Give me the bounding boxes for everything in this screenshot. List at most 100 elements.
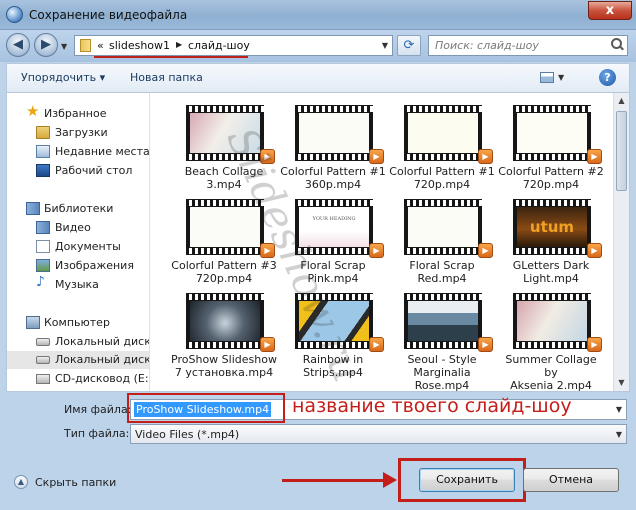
sidebar-item-pictures[interactable]: Изображения	[7, 257, 149, 275]
sidebar-item-label: Музыка	[55, 278, 99, 291]
refresh-button[interactable]: ⟳	[397, 35, 421, 56]
back-arrow-icon: ◀	[13, 37, 23, 52]
thumbnail-heading: YOUR HEADING	[312, 216, 356, 222]
sidebar-item-cd-drive[interactable]: CD-дисковод (E:)	[7, 370, 149, 388]
cd-drive-icon	[36, 374, 50, 384]
drive-icon	[36, 338, 50, 346]
file-item[interactable]: ▶ Floral Scrap Red.mp4	[389, 195, 495, 289]
file-item[interactable]: ▶ Colorful Pattern #1 720p.mp4	[389, 101, 495, 195]
scroll-down-icon[interactable]: ▼	[614, 375, 629, 391]
sidebar-item-label: Компьютер	[44, 316, 110, 329]
file-item[interactable]: utum ▶ GLetters Dark Light.mp4	[498, 195, 604, 289]
back-button[interactable]: ◀	[6, 33, 30, 57]
file-item[interactable]: ▶ Colorful Pattern #1 360p.mp4	[280, 101, 386, 195]
star-icon: ★	[26, 102, 40, 120]
sidebar-item-video[interactable]: Видео	[7, 219, 149, 237]
sidebar-item-libraries[interactable]: Библиотеки	[7, 200, 149, 218]
sidebar-item-label: Загрузки	[55, 126, 108, 139]
file-item[interactable]: ▶ Seoul - Style Marginalia Rose.mp4	[389, 289, 495, 391]
video-thumbnail: utum	[513, 199, 591, 255]
file-item[interactable]: ▶ ProShow Slideshow 7 установка.mp4	[171, 289, 277, 383]
sidebar-item-favorites[interactable]: ★ Избранное	[7, 102, 149, 123]
filename-dropdown-icon[interactable]: ▼	[616, 405, 622, 414]
sidebar-item-recent-places[interactable]: Недавние места	[7, 143, 149, 161]
view-dropdown-icon[interactable]: ▼	[558, 73, 564, 82]
view-options-icon[interactable]	[540, 72, 554, 83]
annotation-text: название твоего слайд-шоу	[292, 395, 572, 417]
organize-button[interactable]: Упорядочить ▾	[21, 71, 105, 84]
play-icon: ▶	[260, 337, 275, 352]
video-thumbnail	[404, 199, 482, 255]
video-thumbnail	[404, 105, 482, 161]
breadcrumb-item-slideshow1[interactable]: slideshow1	[109, 39, 170, 52]
annotation-box-filename	[127, 393, 285, 423]
documents-icon	[36, 240, 50, 253]
pane-splitter[interactable]	[149, 93, 150, 391]
new-folder-button[interactable]: Новая папка	[130, 71, 203, 84]
file-name: Colorful Pattern #2 720p.mp4	[498, 165, 604, 191]
annotation-arrow	[282, 479, 385, 482]
play-icon: ▶	[369, 149, 384, 164]
file-name: GLetters Dark Light.mp4	[512, 259, 590, 285]
vertical-scrollbar[interactable]: ▲ ▼	[613, 93, 629, 391]
sidebar-item-music[interactable]: ♪ Музыка	[7, 274, 149, 294]
computer-icon	[26, 316, 40, 329]
address-bar[interactable]: « slideshow1 ▶ слайд-шоу ▼	[74, 35, 393, 56]
sidebar-item-label: Видео	[55, 221, 91, 234]
play-icon: ▶	[369, 337, 384, 352]
search-icon[interactable]	[611, 38, 623, 50]
scroll-up-icon[interactable]: ▲	[614, 93, 629, 109]
drive-icon	[36, 356, 50, 364]
filetype-select[interactable]: Video Files (*.mp4) ▼	[130, 424, 627, 444]
address-dropdown-icon[interactable]: ▼	[382, 41, 388, 50]
file-item[interactable]: ▶ Summer Collage by Aksenia 2.mp4	[498, 289, 604, 391]
play-icon: ▶	[478, 243, 493, 258]
sidebar-item-local-disk-d[interactable]: Локальный диск (	[7, 351, 149, 369]
help-icon[interactable]: ?	[599, 69, 616, 86]
forward-arrow-icon: ▶	[41, 37, 51, 52]
play-icon: ▶	[587, 243, 602, 258]
sidebar-item-downloads[interactable]: Загрузки	[7, 124, 149, 142]
sidebar-item-label: Рабочий стол	[55, 164, 133, 177]
sidebar-item-label: Документы	[55, 240, 121, 253]
collapse-icon: ▲	[14, 475, 28, 489]
play-icon: ▶	[587, 149, 602, 164]
breadcrumb-item-slideshow[interactable]: слайд-шоу	[188, 39, 250, 52]
sidebar-item-local-disk-c[interactable]: Локальный диск (	[7, 333, 149, 351]
sidebar-item-desktop[interactable]: Рабочий стол	[7, 162, 149, 180]
sidebar-item-label: Недавние места	[55, 145, 149, 158]
sidebar-item-documents[interactable]: Документы	[7, 238, 149, 256]
close-button[interactable]: x	[588, 1, 632, 20]
file-name: ProShow Slideshow 7 установка.mp4	[171, 353, 277, 379]
filename-label: Имя файла:	[64, 403, 132, 416]
folder-icon	[80, 39, 91, 52]
annotation-arrow-head	[383, 472, 397, 488]
music-icon: ♪	[36, 274, 45, 290]
app-icon	[6, 6, 23, 23]
refresh-icon: ⟳	[403, 38, 415, 53]
file-item[interactable]: ▶ Colorful Pattern #2 720p.mp4	[498, 101, 604, 195]
file-name: Colorful Pattern #3 720p.mp4	[171, 259, 277, 285]
sidebar-item-label: Локальный диск (	[55, 335, 149, 348]
save-button[interactable]: Сохранить	[419, 468, 515, 492]
breadcrumb-overflow[interactable]: «	[97, 39, 104, 52]
cancel-button[interactable]: Отмена	[523, 468, 619, 492]
sidebar-item-label: CD-дисковод (E:)	[55, 372, 149, 385]
forward-button[interactable]: ▶	[34, 33, 58, 57]
scrollbar-thumb[interactable]	[616, 111, 627, 191]
video-thumbnail	[513, 293, 591, 349]
recent-places-icon	[36, 145, 50, 158]
sidebar-item-label: Изображения	[55, 259, 134, 272]
downloads-folder-icon	[36, 126, 50, 139]
toolbar: Упорядочить ▾ Новая папка ▼ ?	[6, 63, 630, 92]
file-name: Seoul - Style Marginalia Rose.mp4	[407, 353, 477, 391]
libraries-icon	[26, 202, 40, 215]
history-dropdown-icon[interactable]: ▼	[61, 42, 67, 51]
sidebar-item-computer[interactable]: Компьютер	[7, 314, 149, 332]
search-box[interactable]: Поиск: слайд-шоу	[428, 35, 628, 56]
breadcrumb-separator-icon[interactable]: ▶	[176, 40, 182, 49]
video-thumbnail	[513, 105, 591, 161]
play-icon: ▶	[478, 337, 493, 352]
video-thumbnail	[404, 293, 482, 349]
file-name: Summer Collage by Aksenia 2.mp4	[505, 353, 597, 391]
